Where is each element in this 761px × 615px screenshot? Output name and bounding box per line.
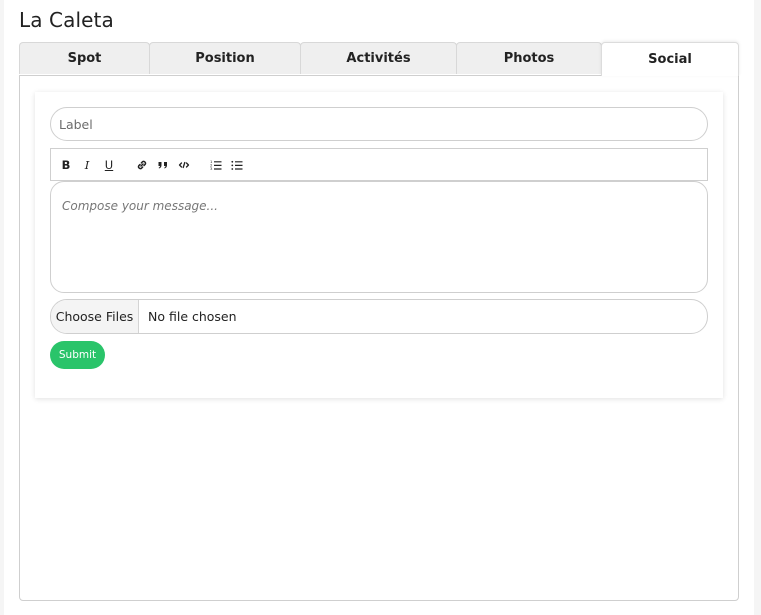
post-form-card: B I U — [35, 92, 723, 398]
message-editor[interactable]: Compose your message... — [50, 181, 708, 293]
label-input[interactable] — [50, 107, 708, 141]
page-title: La Caleta — [19, 8, 114, 32]
tab-position[interactable]: Position — [149, 42, 301, 74]
tab-social[interactable]: Social — [601, 42, 739, 76]
file-status-text: No file chosen — [148, 309, 237, 324]
file-input[interactable]: Choose Files No file chosen — [50, 299, 708, 334]
bold-button[interactable]: B — [57, 156, 75, 174]
tab-spot[interactable]: Spot — [19, 42, 150, 74]
tab-bar: Spot Position Activités Photos Social — [19, 42, 739, 76]
bullet-list-icon[interactable] — [228, 156, 246, 174]
ordered-list-icon[interactable]: 1 2 3 — [207, 156, 225, 174]
tab-panel-social: B I U — [19, 75, 739, 601]
choose-files-button[interactable]: Choose Files — [51, 300, 139, 333]
svg-text:3: 3 — [210, 166, 213, 171]
tab-photos[interactable]: Photos — [456, 42, 602, 74]
code-icon[interactable] — [175, 156, 193, 174]
editor-toolbar: B I U 1 2 3 — [50, 148, 708, 181]
link-icon[interactable] — [133, 156, 151, 174]
page-container: La Caleta Spot Position Activités Photos… — [4, 0, 754, 615]
italic-button[interactable]: I — [78, 156, 96, 174]
underline-button[interactable]: U — [100, 156, 118, 174]
submit-button[interactable]: Submit — [50, 341, 105, 369]
quote-icon[interactable] — [154, 156, 172, 174]
message-placeholder: Compose your message... — [62, 199, 218, 213]
tab-activites[interactable]: Activités — [300, 42, 457, 74]
